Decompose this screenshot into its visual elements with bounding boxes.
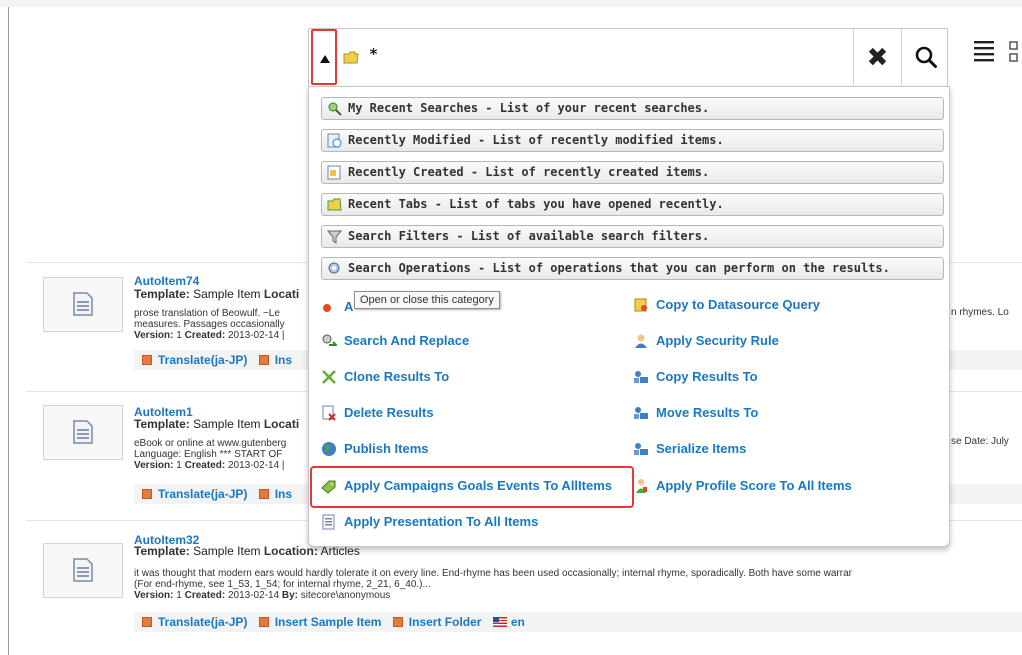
result-actions: Translate(ja-JP) Insert Sample Item Inse… [134,612,1022,632]
clear-search-button[interactable]: ✖ [853,29,901,86]
document-icon [73,558,93,582]
insert-sample-item-action[interactable]: Insert Sample Item [258,612,381,632]
presentation-icon [322,514,335,530]
created-label: Created: [184,460,226,471]
grid-view-icon[interactable] [1008,40,1020,64]
globe-icon [322,442,336,456]
result-template-line: Template: Sample Item Locati [134,287,299,301]
template-label: Template: [134,417,190,431]
folder-icon [343,51,359,64]
profile-score-icon [636,479,647,493]
category-recent-searches[interactable]: My Recent Searches - List of your recent… [321,97,944,120]
version-value: 1 [173,590,185,601]
template-label: Template: [134,544,190,558]
clone-icon [322,370,336,384]
delete-icon [322,405,336,421]
operation-serialize-items[interactable]: Serialize Items [633,439,746,459]
list-view-icon[interactable] [974,40,996,62]
location-label: Locati [263,417,300,431]
translate-action[interactable]: Translate(ja-JP) [142,612,247,632]
red-dot-icon [323,304,331,312]
category-recent-tabs[interactable]: Recent Tabs - List of tabs you have open… [321,193,944,216]
created-value: 2013-02-14 | [225,330,285,341]
version-value: 1 [173,460,185,471]
datasource-query-icon [634,298,647,312]
template-label: Template: [134,287,190,301]
operation-copy-results[interactable]: Copy Results To [633,367,758,387]
category-search-operations[interactable]: Search Operations - List of operations t… [321,257,944,280]
highlight-annotation [310,466,634,508]
location-label: Locati [263,287,300,301]
search-replace-icon [322,334,337,346]
item-thumbnail[interactable] [43,543,123,598]
result-title[interactable]: AutoItem74 [134,274,199,288]
operation-clone-results[interactable]: Clone Results To [321,367,449,387]
by-value: sitecore\anonymous [298,590,391,601]
recent-tabs-icon [327,198,342,211]
created-label: Created: [184,330,226,341]
snippet-overflow: se Date: July [951,436,1009,447]
category-tooltip: Open or close this category [354,291,500,309]
move-items-icon [634,407,648,419]
triangle-up-icon [320,55,330,63]
operation-move-results[interactable]: Move Results To [633,403,758,423]
item-thumbnail[interactable] [43,277,123,332]
operation-delete-results[interactable]: Delete Results [321,403,434,423]
operation-copy-to-datasource-query[interactable]: Copy to Datasource Query [633,295,820,315]
created-value: 2013-02-14 [225,590,282,601]
result-template-line: Template: Sample Item Locati [134,417,299,431]
insert-action[interactable]: Ins [258,350,292,370]
operation-apply-presentation[interactable]: Apply Presentation To All Items [321,512,538,532]
left-border [8,7,9,655]
created-label: Created: [184,590,226,601]
search-button[interactable] [901,29,948,86]
top-border [0,0,1022,7]
template-value: Sample Item [189,287,264,301]
insert-action[interactable]: Ins [258,484,292,504]
category-recently-created[interactable]: Recently Created - List of recently crea… [321,161,944,184]
operation-item[interactable]: A [321,297,353,317]
operation-apply-profile-score[interactable]: Apply Profile Score To All Items [633,476,852,496]
document-icon [73,420,93,444]
search-bar: * ✖ [308,28,948,86]
recently-modified-icon [327,133,342,148]
recent-searches-icon [328,102,342,116]
copy-items-icon [634,371,648,383]
language-link[interactable]: en [492,612,525,632]
serialize-icon [634,443,648,455]
translate-action[interactable]: Translate(ja-JP) [142,350,247,370]
template-value: Sample Item [189,417,264,431]
location-label: Location: [263,544,318,558]
version-label: Version: [134,590,174,601]
search-input[interactable]: * [369,45,378,63]
result-snippet-1: it was thought that modern ears would ha… [134,568,852,579]
search-icon [915,46,937,68]
security-user-icon [635,334,647,348]
filter-icon [327,230,342,244]
operation-search-and-replace[interactable]: Search And Replace [321,331,469,351]
insert-folder-action[interactable]: Insert Folder [392,612,481,632]
toggle-categories-button[interactable] [311,29,337,85]
category-recently-modified[interactable]: Recently Modified - List of recently mod… [321,129,944,152]
created-value: 2013-02-14 | [225,460,285,471]
template-value: Sample Item [189,544,264,558]
version-label: Version: [134,460,174,471]
search-operations-icon [328,262,340,274]
result-meta: Version: 1 Created: 2013-02-14 By: sitec… [134,590,1022,601]
document-icon [73,292,93,316]
version-value: 1 [173,330,185,341]
operation-publish-items[interactable]: Publish Items [321,439,429,459]
category-search-filters[interactable]: Search Filters - List of available searc… [321,225,944,248]
us-flag-icon [492,617,507,627]
snippet-overflow: n rhymes. Lo [951,307,1009,318]
item-thumbnail[interactable] [43,405,123,460]
recently-created-icon [327,165,341,180]
by-label: By: [281,590,299,601]
result-snippet-2: (For end-rhyme, see 1_53, 1_54; for inte… [134,579,431,590]
version-label: Version: [134,330,174,341]
close-icon: ✖ [866,43,889,73]
translate-action[interactable]: Translate(ja-JP) [142,484,247,504]
operation-apply-security-rule[interactable]: Apply Security Rule [633,331,779,351]
